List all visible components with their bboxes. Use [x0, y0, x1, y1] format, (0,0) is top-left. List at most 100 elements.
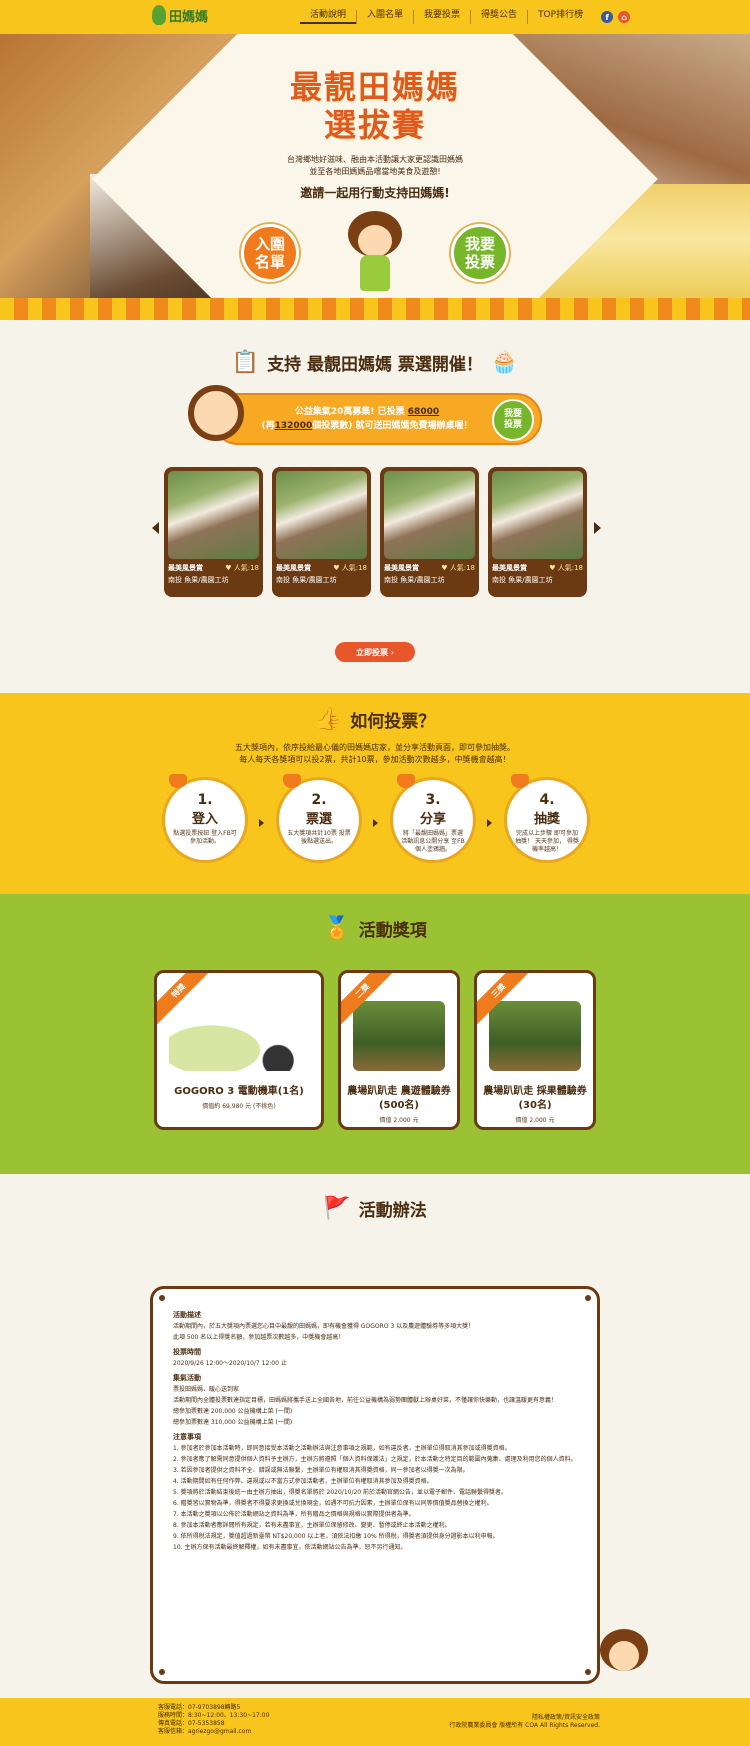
nav-item-about[interactable]: 活動說明 [300, 10, 357, 24]
step-share: 3. 分享 將「最靚田媽媽」票選活動訊息公開分享 至FB個人塗鴉牆。 [390, 774, 492, 863]
chef-hat-icon [397, 774, 415, 788]
mascot-face [358, 225, 392, 257]
chef-hat-icon [169, 774, 187, 788]
footer-hours: 服務時間：8:30~12:00、13:30~17:00 [158, 1712, 270, 1719]
candidate-votes: ♥ 人氣:18 [549, 564, 583, 572]
candidate-card[interactable]: 最美風景賞 ♥ 人氣:18 南投 魚果/農園工坊 [272, 467, 371, 597]
rules-heading: 活動描述 [173, 1311, 201, 1319]
top-nav: 田媽媽 活動說明 入圍名單 我要投票 得獎公告 TOP排行榜 f ⌂ [0, 0, 750, 34]
candidate-card[interactable]: 最美風景賞 ♥ 人氣:18 南投 魚果/農園工坊 [380, 467, 479, 597]
footer-contact: 客服電話：07-9703898轉路5 服務時間：8:30~12:00、13:30… [158, 1704, 269, 1736]
fundraising-bar: 公益集氣20萬募集! 已投票 68000 (再132000個投票數) 就可送田媽… [188, 385, 542, 445]
carousel-prev-icon[interactable] [152, 522, 159, 534]
candidate-carousel: 最美風景賞 ♥ 人氣:18 南投 魚果/農園工坊 最美風景賞 ♥ 人氣:18 南投 … [0, 467, 750, 599]
medal-icon: 🏅 [323, 916, 351, 941]
nav-item-top-ranking[interactable]: TOP排行榜 [527, 10, 593, 24]
carousel-next-icon[interactable] [594, 522, 601, 534]
rules-heading: 投票時間 [173, 1348, 201, 1356]
rules-title: 🚩 活動辦法 [0, 1174, 750, 1221]
farm-image [353, 1001, 445, 1071]
nav-links: 活動說明 入圍名單 我要投票 得獎公告 TOP排行榜 [300, 10, 593, 24]
hero-desc-line1: 台灣鄉地好滋味、融由本活動讓大家更認識田媽媽 [287, 155, 463, 164]
corner-dot [585, 1295, 591, 1301]
prize-price: 價值 2,000 元 [379, 1117, 419, 1124]
fundraising-goal: 公益集氣20萬募集! [294, 407, 375, 417]
vote-now-button[interactable]: 立即投票 › [335, 642, 415, 662]
prize-price: 價值約 69,980 元 (不挑色) [202, 1103, 276, 1110]
step-vote: 2. 票選 五大獎項共計10票 投票後點選送出。 [276, 774, 378, 863]
rules-text: 總參加票數達 200,000 公益機構上菜 (一間) [173, 1408, 293, 1415]
vote-button[interactable]: 我要 投票 [451, 224, 509, 282]
candidate-title: 最美風景賞 [276, 564, 311, 572]
hero-title-line1: 最靚田媽媽 [289, 68, 460, 106]
rules-title-text: 活動辦法 [358, 1201, 427, 1221]
site-logo[interactable]: 田媽媽 [152, 5, 208, 25]
rules-section: 🚩 活動辦法 活動描述 活動期間內，於五大獎項內票選您心目中最靚的田媽媽，即有機… [0, 1174, 750, 1698]
remaining-count: 132000 [274, 421, 313, 431]
bar-vote-button[interactable]: 我要 投票 [492, 399, 534, 441]
facebook-icon[interactable]: f [601, 11, 614, 23]
candidate-photo [384, 471, 475, 559]
candidate-cards: 最美風景賞 ♥ 人氣:18 南投 魚果/農園工坊 最美風景賞 ♥ 人氣:18 南投 … [164, 467, 587, 597]
hero-content: 最靚田媽媽 選拔賽 台灣鄉地好滋味、融由本活動讓大家更認識田媽媽 並至各地田媽媽… [225, 68, 525, 295]
leaf-icon [152, 5, 166, 25]
candidate-title: 最美風景賞 [492, 564, 527, 572]
farm-image [489, 1001, 581, 1071]
mascot-illustration [342, 211, 408, 295]
finalists-button[interactable]: 入圍 名單 [241, 224, 299, 282]
candidate-votes: ♥ 人氣:18 [225, 564, 259, 572]
step-arrow-icon [487, 819, 492, 827]
rules-text: 活動期間內全體投票數達指定目標，田媽媽將攜手送上全國各地，前往公益機構為弱勢團體… [173, 1397, 558, 1404]
step-login: 1. 登入 點選投票按鈕 登入FB可參加活動。 [162, 774, 264, 863]
support-title: 📋 支持 最靚田媽媽 票選開催！ 🧁 [0, 320, 750, 375]
candidate-location: 南投 魚果/農園工坊 [168, 576, 229, 584]
how-desc-line1: 五大獎項內，依序投給最心儀的田媽媽店家，並分享活動頁面，即可參加抽獎。 [235, 743, 515, 752]
how-to-vote-section: 👍 如何投票？ 五大獎項內，依序投給最心儀的田媽媽店家，並分享活動頁面，即可參加… [0, 693, 750, 894]
home-icon[interactable]: ⌂ [618, 11, 631, 23]
how-desc-line2: 每人每天各獎項可以投2票，共計10票，參加活動次數越多，中獎機會越高！ [239, 755, 511, 764]
nav-item-finalists[interactable]: 入圍名單 [356, 10, 413, 24]
rules-note: 9. 依所得稅法規定，獎值超過新臺幣 NT$20,000 以上者，須依法扣繳 1… [173, 1533, 499, 1540]
footer-fax: 傳真電話：07-5353858 [158, 1720, 225, 1727]
footer-email: 客服信箱：agriezgo@gmail.com [158, 1728, 252, 1735]
nav-item-winners[interactable]: 得獎公告 [470, 10, 527, 24]
corner-dot [585, 1669, 591, 1675]
prize-card-grand: 特獎 GOGORO 3 電動機車(1名) 價值約 69,980 元 (不挑色) [154, 970, 324, 1130]
rules-text: 活動期間內，於五大獎項內票選您心目中最靚的田媽媽，即有機會獲得 GOGORO 3… [173, 1323, 475, 1330]
vote-steps: 1. 登入 點選投票按鈕 登入FB可參加活動。 2. 票選 五大獎項共計10票 … [162, 774, 590, 863]
candidate-card[interactable]: 最美風景賞 ♥ 人氣:18 南投 魚果/農園工坊 [164, 467, 263, 597]
candidate-location: 南投 魚果/農園工坊 [276, 576, 337, 584]
chef-hat-icon [511, 774, 529, 788]
step-draw: 4. 抽獎 完成以上步驟 即可參加抽獎！ 天天參加， 得獎機率越高！ [504, 774, 590, 863]
privacy-policy-link[interactable]: 隱私權政策/資訊安全政策 [449, 1714, 600, 1722]
bar-vote-button-label: 我要 投票 [503, 409, 522, 430]
voted-label: 已投票 [377, 407, 408, 417]
candidate-photo [168, 471, 259, 559]
step-arrow-icon [259, 819, 264, 827]
remaining-prefix: (再 [261, 421, 275, 431]
step-description: 將「最靚田媽媽」票選活動訊息公開分享 至FB個人塗鴉牆。 [401, 830, 465, 853]
candidate-location: 南投 魚果/農園工坊 [384, 576, 445, 584]
rules-text: 2020/9/26 12:00～2020/10/7 12:00 止 [173, 1360, 287, 1367]
prizes-title-text: 活動獎項 [358, 921, 427, 941]
rules-text: 總參加票數達 310,000 公益機構上菜 (一間) [173, 1419, 293, 1426]
rules-note: 7. 本活動之獎項以公佈於活動網站之資料為準，所有贈品之價格與規格以實際提供者為… [173, 1511, 415, 1518]
step-arrow-icon [373, 819, 378, 827]
nav-item-vote[interactable]: 我要投票 [413, 10, 470, 24]
step-number: 2. [311, 792, 327, 808]
prize-cards: 特獎 GOGORO 3 電動機車(1名) 價值約 69,980 元 (不挑色) … [154, 970, 596, 1130]
rules-heading: 注意事項 [173, 1433, 201, 1441]
hero-invite-text: 邀請一起用行動支持田媽媽! [300, 186, 450, 200]
clipboard-icon: 📋 [231, 350, 260, 375]
remaining-suffix: 個投票數) 就可送田媽媽免費場辦桌喔！ [312, 421, 473, 431]
rules-note: 4. 活動期間如有任何作弊、違規或以不當方式參加活動者，主辦單位有權取消其參加及… [173, 1478, 433, 1485]
step-name: 票選 [305, 812, 332, 827]
prize-price: 價值 2,000 元 [515, 1117, 555, 1124]
social-links: f ⌂ [601, 11, 631, 23]
candidate-card[interactable]: 最美風景賞 ♥ 人氣:18 南投 魚果/農園工坊 [488, 467, 587, 597]
corner-dot [159, 1669, 165, 1675]
hero-title: 最靚田媽媽 選拔賽 [225, 68, 525, 144]
hero-description: 台灣鄉地好滋味、融由本活動讓大家更認識田媽媽 並至各地田媽媽品嚐當地美食及遊憩! [225, 154, 525, 178]
step-description: 點選投票按鈕 登入FB可參加活動。 [173, 830, 237, 845]
chef-hat-icon [283, 774, 301, 788]
